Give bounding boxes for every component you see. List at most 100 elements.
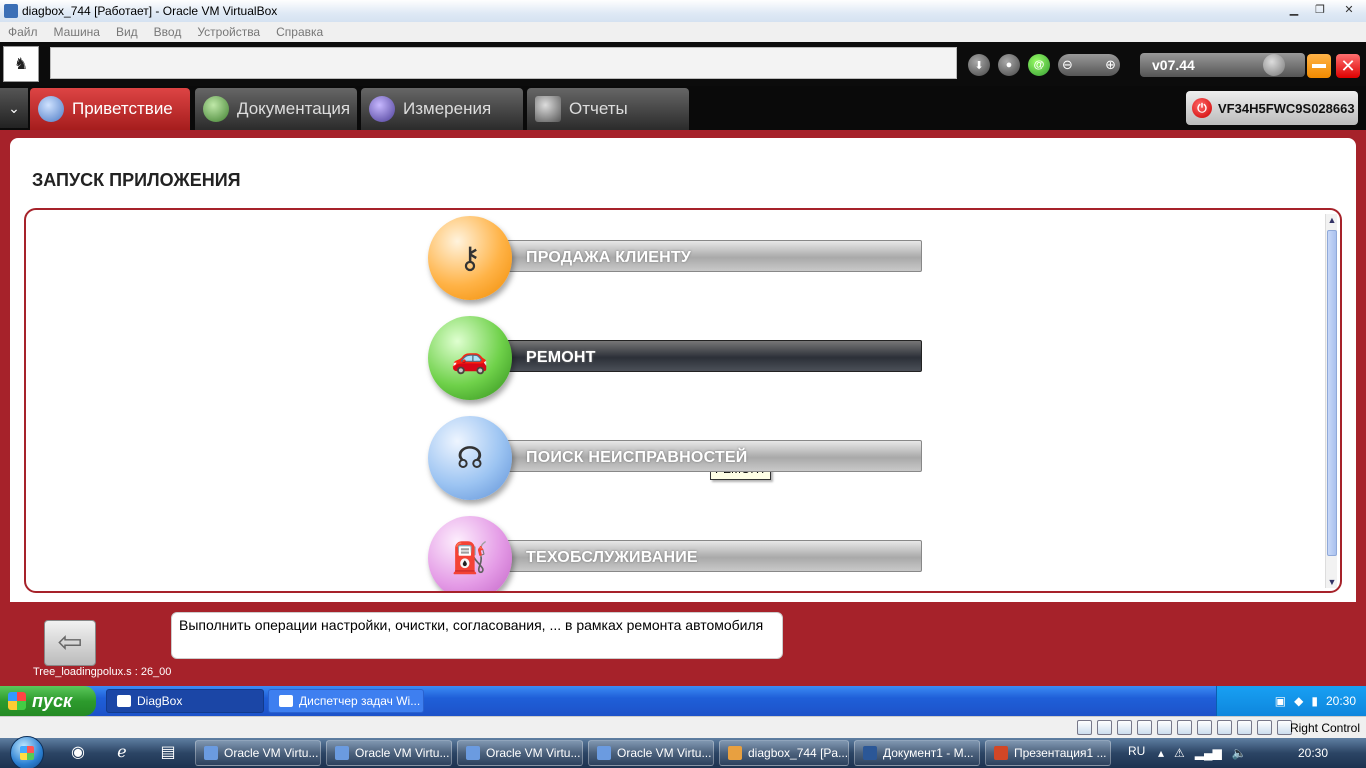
tray-network-icon[interactable]: ▣ — [1275, 694, 1286, 708]
host-taskbar: ◉ ℯ ▤ Oracle VM Virtu... Oracle VM Virtu… — [0, 736, 1366, 768]
back-button[interactable]: ⇦ — [44, 620, 96, 666]
close-icon[interactable]: ✕ — [1334, 1, 1364, 19]
virtualbox-icon — [597, 746, 611, 760]
scroll-up-icon[interactable]: ▲ — [1326, 214, 1338, 226]
chevron-down-icon[interactable]: ⌄ — [0, 88, 28, 128]
list-scrollbar[interactable]: ▲ ▼ — [1325, 214, 1337, 588]
vb-menu-view[interactable]: Вид — [116, 25, 138, 39]
menu-item-repair[interactable]: 🚗 РЕМОНТ — [428, 316, 922, 406]
page-title: ЗАПУСК ПРИЛОЖЕНИЯ — [32, 170, 241, 190]
header-icons: ⬇ ● @ ⊖ ⊕ — [968, 54, 1120, 76]
waveform-icon — [369, 96, 395, 122]
tray-usb-icon[interactable]: ▮ — [1311, 694, 1318, 708]
powerpoint-icon — [994, 746, 1008, 760]
vb-window-title: diagbox_744 [Работает] - Oracle VM Virtu… — [22, 4, 278, 18]
menu-item-maintenance[interactable]: ⛽ ТЕХОБСЛУЖИВАНИЕ — [428, 516, 922, 591]
task-label: Документ1 - M... — [883, 746, 974, 760]
application-list: ⚷ ПРОДАЖА КЛИЕНТУ 🚗 РЕМОНТ РЕМОНТ ☊ ПОИС… — [24, 208, 1342, 593]
optical-drive-icon[interactable] — [1097, 720, 1112, 735]
power-icon: ⏻ — [1192, 98, 1212, 118]
user-icon[interactable]: ● — [998, 54, 1020, 76]
restore-icon[interactable]: ❐ — [1308, 1, 1332, 19]
scroll-thumb[interactable] — [1327, 230, 1337, 556]
usb-icon[interactable] — [1157, 720, 1172, 735]
guest-system-tray: ▣ ◆ ▮ 20:30 — [1216, 686, 1366, 716]
vin-badge[interactable]: ⏻ VF34H5FWC9S028663 — [1186, 91, 1358, 125]
vb-menu-help[interactable]: Справка — [276, 25, 323, 39]
host-task-diagbox-vm[interactable]: diagbox_744 [Pa... — [719, 740, 849, 766]
host-task-virtualbox-4[interactable]: Oracle VM Virtu... — [588, 740, 714, 766]
show-hidden-icons-icon[interactable]: ▴ — [1158, 746, 1164, 760]
report-icon — [535, 96, 561, 122]
host-task-word[interactable]: Документ1 - M... — [854, 740, 980, 766]
host-task-virtualbox-3[interactable]: Oracle VM Virtu... — [457, 740, 583, 766]
windows-flag-icon — [8, 692, 26, 710]
vb-menu-bar: Файл Машина Вид Ввод Устройства Справка — [0, 22, 1366, 42]
diagbox-close-button[interactable]: ✕ — [1336, 54, 1360, 78]
download-icon[interactable]: ⬇ — [968, 54, 990, 76]
volume-control[interactable]: ⊖ ⊕ — [1058, 54, 1120, 76]
host-task-virtualbox-1[interactable]: Oracle VM Virtu... — [195, 740, 321, 766]
tray-warning-icon[interactable]: ⚠ — [1174, 746, 1185, 760]
arrow-left-icon: ⇦ — [57, 626, 83, 659]
car-repair-icon[interactable]: 🚗 — [428, 316, 512, 400]
key-icon[interactable]: ⚷ — [428, 216, 512, 300]
internet-explorer-icon[interactable]: ℯ — [108, 741, 136, 765]
tab-label: Измерения — [403, 99, 492, 118]
version-label: v07.44 — [1152, 57, 1195, 73]
menu-item-troubleshooting[interactable]: ☊ ПОИСК НЕИСПРАВНОСТЕЙ — [428, 416, 922, 506]
start-label: пуск — [32, 690, 73, 711]
tab-label: Отчеты — [569, 99, 628, 118]
vb-menu-file[interactable]: Файл — [8, 25, 38, 39]
vb-window-controls: ▁ ❐ ✕ — [1282, 1, 1364, 19]
scroll-down-icon[interactable]: ▼ — [1326, 576, 1338, 588]
task-label: Oracle VM Virtu... — [224, 746, 319, 760]
virtualization-icon[interactable] — [1237, 720, 1252, 735]
tab-measurements[interactable]: Измерения — [361, 88, 523, 130]
vb-menu-devices[interactable]: Устройства — [197, 25, 260, 39]
host-task-virtualbox-2[interactable]: Oracle VM Virtu... — [326, 740, 452, 766]
guest-task-task-manager[interactable]: Диспетчер задач Wi... — [268, 689, 424, 713]
tab-reports[interactable]: Отчеты — [527, 88, 689, 130]
task-label: DiagBox — [137, 694, 183, 708]
video-capture-icon[interactable] — [1217, 720, 1232, 735]
plus-icon[interactable]: ⊕ — [1105, 57, 1116, 73]
audio-icon[interactable] — [1117, 720, 1132, 735]
task-label: Oracle VM Virtu... — [355, 746, 450, 760]
vb-menu-machine[interactable]: Машина — [54, 25, 100, 39]
minimize-icon[interactable]: ▁ — [1282, 1, 1306, 19]
task-label: Презентация1 ... — [1014, 746, 1107, 760]
stethoscope-icon[interactable]: ☊ — [428, 416, 512, 500]
windows-start-icon[interactable] — [10, 736, 44, 768]
minus-icon[interactable]: ⊖ — [1062, 57, 1073, 73]
task-label: Oracle VM Virtu... — [617, 746, 712, 760]
email-icon[interactable]: @ — [1028, 54, 1050, 76]
shared-folders-icon[interactable] — [1177, 720, 1192, 735]
folder-icon[interactable]: ▤ — [154, 741, 182, 765]
display-icon[interactable] — [1197, 720, 1212, 735]
vb-menu-input[interactable]: Ввод — [154, 25, 182, 39]
virtualbox-icon — [4, 4, 18, 18]
start-button[interactable]: пуск — [0, 686, 96, 716]
speaker-icon[interactable]: 🔈 — [1232, 746, 1247, 760]
power-knob-icon[interactable] — [1263, 54, 1285, 76]
tab-welcome[interactable]: Приветствие — [30, 88, 190, 130]
hard-disk-icon[interactable] — [1077, 720, 1092, 735]
mouse-integration-icon[interactable] — [1257, 720, 1272, 735]
host-language-indicator[interactable]: RU — [1128, 744, 1145, 758]
tray-signal-icon[interactable]: ▂▄▆ — [1195, 746, 1222, 760]
network-icon[interactable] — [1137, 720, 1152, 735]
diagbox-minimize-button[interactable] — [1307, 54, 1331, 78]
menu-item-customer-sale[interactable]: ⚷ ПРОДАЖА КЛИЕНТУ — [428, 216, 922, 306]
tray-security-icon[interactable]: ◆ — [1294, 694, 1303, 708]
firefox-icon[interactable]: ◉ — [64, 741, 92, 765]
host-clock[interactable]: 20:30 — [1298, 746, 1328, 760]
description-box: Выполнить операции настройки, очистки, с… — [171, 612, 783, 659]
peugeot-logo-icon: ♞ — [3, 46, 39, 82]
vb-status-icons — [1077, 720, 1292, 735]
guest-task-diagbox[interactable]: DiagBox — [106, 689, 264, 713]
tab-label: Документация — [237, 99, 351, 118]
maintenance-icon[interactable]: ⛽ — [428, 516, 512, 591]
tab-documentation[interactable]: Документация — [195, 88, 357, 130]
host-task-powerpoint[interactable]: Презентация1 ... — [985, 740, 1111, 766]
